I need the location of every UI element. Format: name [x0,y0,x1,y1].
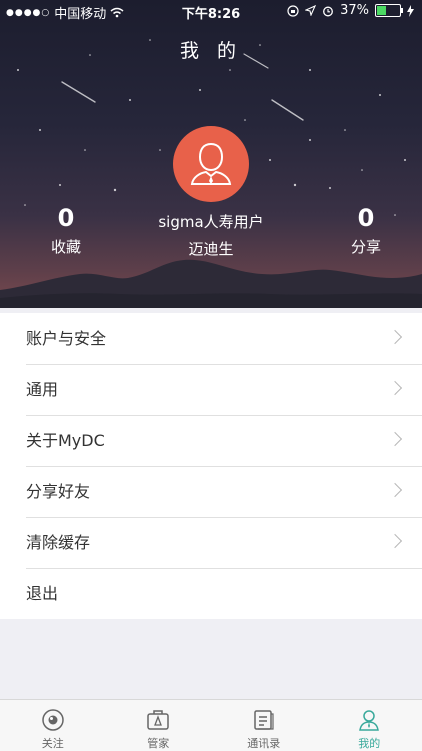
bottom-tab-bar: 关注 管家 通讯录 我的 [0,699,422,751]
shares-count: 0 [326,204,406,232]
avatar[interactable] [173,126,249,202]
menu-item-label: 清除缓存 [26,533,90,552]
rotation-lock-icon [287,5,299,17]
battery-icon [375,4,401,17]
briefcase-icon [146,708,170,732]
alarm-icon [322,5,334,17]
menu-item-label: 账户与安全 [26,329,106,348]
battery-percentage: 37% [340,3,369,18]
menu-item-share-friends[interactable]: 分享好友 [0,466,422,517]
tab-me[interactable]: 我的 [317,700,422,751]
mountain-silhouette [0,248,422,308]
charging-bolt-icon [407,5,414,17]
chevron-right-icon [388,534,402,548]
tab-follow[interactable]: 关注 [0,700,106,751]
tab-butler[interactable]: 管家 [106,700,212,751]
tab-label: 通讯录 [247,735,280,751]
settings-menu: 账户与安全 通用 关于MyDC 分享好友 清除缓存 退出 [0,313,422,619]
menu-item-account-security[interactable]: 账户与安全 [0,313,422,364]
menu-item-label: 通用 [26,380,58,399]
chevron-right-icon [388,381,402,395]
status-bar: ●●●●○ 中国移动 下午8:26 37% [0,0,422,22]
tab-label: 管家 [147,735,169,751]
chevron-right-icon [388,483,402,497]
menu-item-general[interactable]: 通用 [0,364,422,415]
tab-label: 关注 [42,735,64,751]
profile-header: ●●●●○ 中国移动 下午8:26 37% [0,0,422,308]
tab-contacts[interactable]: 通讯录 [211,700,317,751]
page-title: 我 的 [0,36,422,63]
eye-icon [41,708,65,732]
menu-item-about[interactable]: 关于MyDC [0,415,422,466]
menu-item-logout[interactable]: 退出 [0,568,422,619]
location-arrow-icon [305,5,316,16]
menu-item-label: 分享好友 [26,482,90,501]
menu-item-label: 退出 [26,584,58,603]
tab-label: 我的 [358,735,380,751]
user-icon [173,126,249,202]
menu-item-label: 关于MyDC [26,431,105,450]
menu-item-clear-cache[interactable]: 清除缓存 [0,517,422,568]
chevron-right-icon [388,432,402,446]
person-icon [357,708,381,732]
contacts-icon [252,708,276,732]
chevron-right-icon [388,330,402,344]
